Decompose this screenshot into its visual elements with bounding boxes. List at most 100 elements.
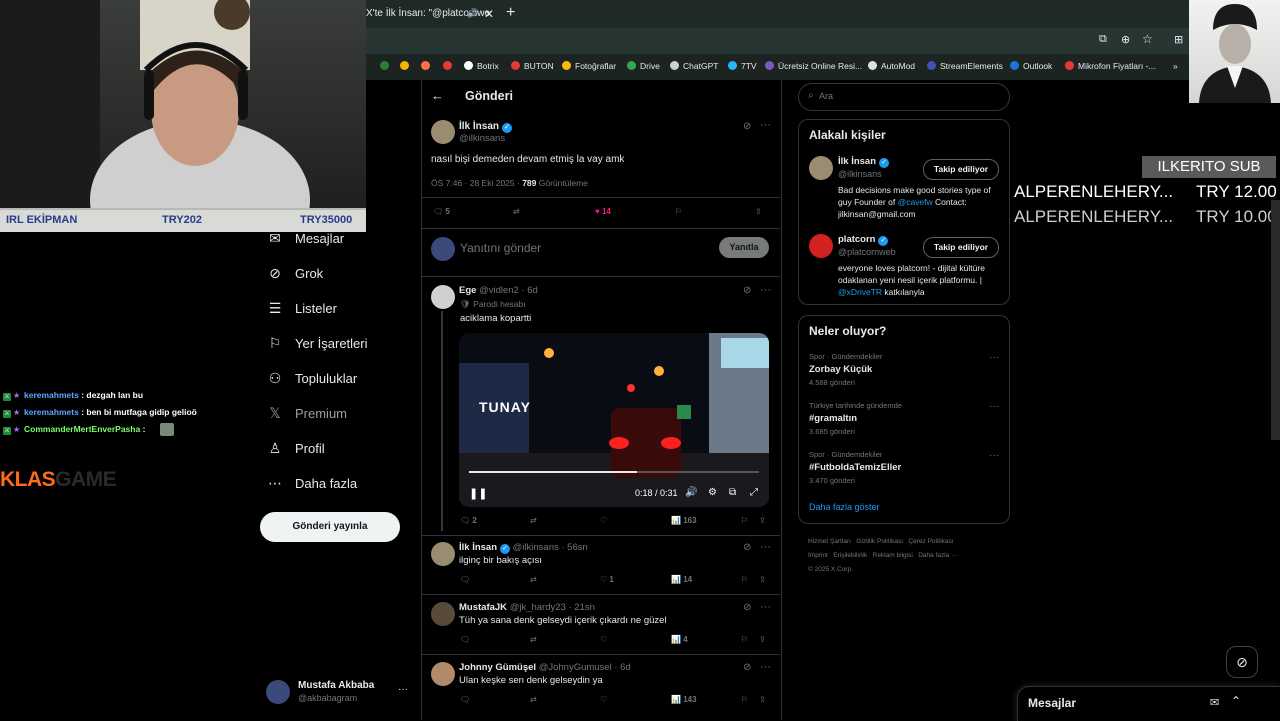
like-icon[interactable]: ♡ 1 — [600, 575, 614, 584]
reply-input[interactable]: Yanıtını gönder — [460, 241, 541, 255]
views-icon[interactable]: 📊 163 — [671, 516, 697, 525]
chat-user[interactable]: keremahmets — [24, 390, 79, 400]
address-bar[interactable]: ⧉ ⊕ ☆ ⊞ — [366, 28, 1189, 54]
more-icon[interactable]: ··· — [760, 601, 771, 613]
bookmark-favicon-icon[interactable] — [380, 61, 393, 71]
new-tab-icon[interactable]: + — [506, 4, 515, 22]
footer-link[interactable]: Erişilebilirlik — [833, 552, 867, 559]
pip-icon[interactable]: ⧉ — [729, 487, 736, 498]
bookmark-icon[interactable]: ⚐ — [675, 207, 682, 216]
install-app-icon[interactable]: ⧉ — [1099, 33, 1107, 46]
reply-icon[interactable]: 🗨 — [460, 635, 470, 644]
like-icon[interactable]: ♡ — [600, 695, 607, 704]
bookmark-item[interactable]: Fotoğraflar — [562, 61, 616, 71]
chat-user[interactable]: CommanderMertEnverPasha — [24, 424, 140, 434]
trend-item[interactable]: Türkiye tarihinde gündemde #gramaltın 3.68… — [809, 401, 999, 436]
messages-drawer[interactable]: Mesajlar ✉ ⌃ — [1017, 686, 1280, 721]
trend-item[interactable]: Spor · Gündemdekiler Zorbay Küçük 4.588 gö… — [809, 352, 999, 387]
grok-icon[interactable]: ⊘ — [743, 602, 751, 613]
trend-more-icon[interactable]: ··· — [989, 450, 999, 461]
footer-link[interactable]: Daha fazla ··· — [918, 552, 957, 559]
bookmark-favicon-icon[interactable] — [443, 61, 456, 71]
reply-icon[interactable]: 🗨 2 — [460, 516, 477, 525]
reply-icon[interactable]: 🗨 — [460, 695, 470, 704]
share-icon[interactable]: ⇪ — [759, 635, 766, 644]
reply-author[interactable]: Ege @vidlen2 · 6d — [459, 285, 538, 296]
bookmark-item[interactable]: Outlook — [1010, 61, 1052, 71]
reply-author[interactable]: İlk İnsan ✓ @ilkinsans · 56sn — [459, 542, 588, 554]
account-name[interactable]: Mustafa Akbaba — [298, 680, 374, 691]
trend-more-icon[interactable]: ··· — [989, 401, 999, 412]
retweet-icon[interactable]: ⇄ — [530, 695, 537, 704]
more-icon[interactable]: ··· — [760, 284, 771, 296]
bookmark-item[interactable]: ChatGPT — [670, 61, 718, 71]
reply-author[interactable]: MustafaJK @jk_hardy23 · 21sn — [459, 602, 595, 613]
more-icon[interactable]: ··· — [760, 119, 771, 131]
post-button[interactable]: Gönderi yayınla — [260, 512, 400, 542]
nav-item[interactable]: ⊘ Grok — [268, 265, 323, 282]
grok-icon[interactable]: ⊘ — [743, 285, 751, 296]
like-icon[interactable]: ♥ 14 — [595, 207, 611, 216]
nav-item[interactable]: ♙ Profil — [268, 440, 325, 457]
new-message-icon[interactable]: ✉ — [1210, 696, 1219, 709]
share-icon[interactable]: ⇪ — [759, 516, 766, 525]
footer-link[interactable]: Imprint — [808, 552, 828, 559]
bookmark-item[interactable]: BUTON — [511, 61, 554, 71]
reply-author[interactable]: Johnny Gümüşel @JohnyGumusel · 6d — [459, 662, 631, 673]
reply-icon[interactable]: 🗨 — [460, 575, 470, 584]
related-avatar[interactable] — [809, 234, 833, 258]
account-more-icon[interactable]: ··· — [398, 684, 408, 695]
reply-avatar[interactable] — [431, 285, 455, 309]
share-icon[interactable]: ⇪ — [755, 207, 762, 216]
expand-icon[interactable]: ⌃ — [1231, 694, 1241, 708]
zoom-icon[interactable]: ⊕ — [1121, 33, 1130, 46]
retweet-icon[interactable]: ⇄ — [530, 635, 537, 644]
footer-link[interactable]: Çerez Politikası — [908, 538, 953, 545]
footer-link[interactable]: Hizmet Şartları — [808, 538, 851, 545]
nav-item[interactable]: ⋯ Daha fazla — [268, 475, 357, 492]
reply-avatar[interactable] — [431, 662, 455, 686]
bookmark-item[interactable]: StreamElements — [927, 61, 1003, 71]
reply-avatar[interactable] — [431, 602, 455, 626]
trend-item[interactable]: Spor · Gündemdekiler #FutboldaTemizEller 3… — [809, 450, 999, 485]
bookmark-icon[interactable]: ⚐ — [741, 695, 748, 704]
bookmark-icon[interactable]: ⚐ — [741, 635, 748, 644]
nav-item[interactable]: ⚐ Yer İşaretleri — [268, 335, 368, 352]
tab-close-icon[interactable]: ✕ — [484, 7, 494, 21]
grok-icon[interactable]: ⊘ — [743, 662, 751, 673]
more-icon[interactable]: ··· — [760, 541, 771, 553]
star-icon[interactable]: ☆ — [1142, 32, 1153, 46]
grok-icon[interactable]: ⊘ — [743, 542, 751, 553]
bookmark-item[interactable]: AutoMod — [868, 61, 915, 71]
bookmark-favicon-icon[interactable] — [421, 61, 434, 71]
footer-link[interactable]: Gizlilik Politikası — [856, 538, 903, 545]
settings-icon[interactable]: ⚙ — [708, 487, 717, 498]
retweet-icon[interactable]: ⇄ — [530, 575, 537, 584]
account-avatar[interactable] — [266, 680, 290, 704]
extensions-icon[interactable]: ⊞ — [1174, 33, 1183, 46]
speaker-icon[interactable]: 🔊 — [467, 8, 478, 19]
related-name[interactable]: İlk İnsan ✓ — [838, 156, 890, 168]
views-icon[interactable]: 📊 143 — [671, 695, 697, 704]
bio-link[interactable]: @cavefw — [898, 197, 933, 207]
related-name[interactable]: platcorn ✓ — [838, 234, 889, 246]
grok-float-button[interactable]: ⊘ — [1226, 646, 1258, 678]
bookmark-item[interactable]: Ücretsiz Online Resi... — [765, 61, 862, 71]
chat-user[interactable]: keremahmets — [24, 407, 79, 417]
follow-button[interactable]: Takip ediliyor — [923, 159, 999, 180]
page-scrollbar[interactable] — [1271, 200, 1280, 440]
bookmark-item[interactable]: Botrix — [464, 61, 499, 71]
bookmark-item[interactable]: 7TV — [728, 61, 757, 71]
bookmark-favicon-icon[interactable] — [400, 61, 413, 71]
retweet-icon[interactable]: ⇄ — [530, 516, 537, 525]
bookmark-icon[interactable]: ⚐ — [741, 516, 748, 525]
share-icon[interactable]: ⇪ — [759, 575, 766, 584]
like-icon[interactable]: ♡ — [600, 516, 607, 525]
trend-more-icon[interactable]: ··· — [989, 352, 999, 363]
related-avatar[interactable] — [809, 156, 833, 180]
pause-icon[interactable]: ❚❚ — [469, 487, 487, 500]
bookmark-item[interactable]: Mikrofon Fiyatları -... — [1065, 61, 1155, 71]
footer-link[interactable]: Reklam bilgisi — [873, 552, 913, 559]
bookmark-icon[interactable]: ⚐ — [741, 575, 748, 584]
views-icon[interactable]: 📊 14 — [671, 575, 692, 584]
